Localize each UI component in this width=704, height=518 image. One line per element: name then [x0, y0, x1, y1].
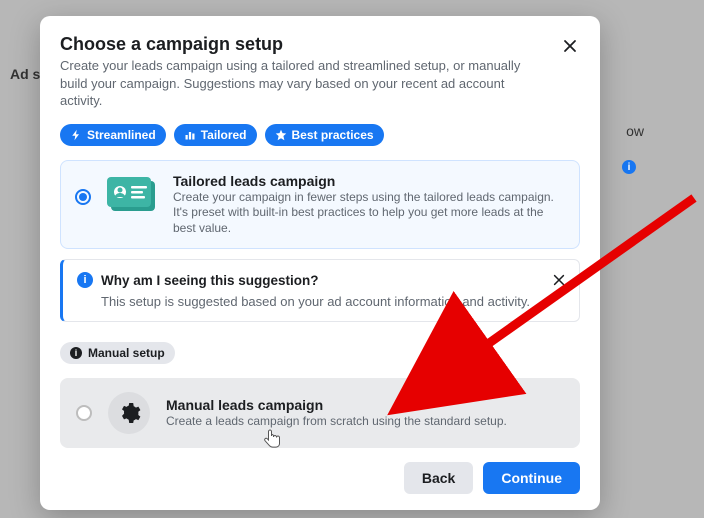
info-close-button[interactable]	[547, 268, 571, 292]
option-manual-card[interactable]: Manual leads campaign Create a leads cam…	[60, 378, 580, 448]
pill-streamlined-label: Streamlined	[87, 128, 156, 142]
pill-streamlined: Streamlined	[60, 124, 166, 146]
gear-icon	[117, 401, 141, 425]
id-card-icon	[105, 173, 159, 217]
pill-best-practices: Best practices	[265, 124, 384, 146]
background-left-label: Ad s	[10, 66, 40, 82]
option-tailored-desc: Create your campaign in fewer steps usin…	[173, 190, 565, 237]
tailored-illustration	[105, 173, 159, 217]
pill-best-practices-label: Best practices	[292, 128, 374, 142]
pill-tailored-label: Tailored	[201, 128, 247, 142]
close-icon	[562, 38, 578, 54]
modal-title: Choose a campaign setup	[60, 34, 580, 55]
modal-close-button[interactable]	[556, 32, 584, 60]
continue-button[interactable]: Continue	[483, 462, 580, 494]
tag-pills-row: Streamlined Tailored Best practices	[60, 124, 580, 146]
close-icon	[552, 273, 566, 287]
info-icon: i	[77, 272, 93, 288]
info-mini-icon: i	[70, 347, 82, 359]
modal-header: Choose a campaign setup Create your lead…	[60, 34, 580, 110]
modal-footer: Back Continue	[60, 462, 580, 494]
radio-manual[interactable]	[76, 405, 92, 421]
manual-setup-label: i Manual setup	[60, 342, 175, 364]
campaign-setup-modal: Choose a campaign setup Create your lead…	[40, 16, 600, 510]
modal-subtitle: Create your leads campaign using a tailo…	[60, 57, 580, 110]
option-tailored-title: Tailored leads campaign	[173, 173, 565, 189]
option-manual-desc: Create a leads campaign from scratch usi…	[166, 414, 564, 430]
manual-setup-label-text: Manual setup	[88, 346, 165, 360]
cursor-pointer-icon	[264, 428, 282, 450]
info-body: This setup is suggested based on your ad…	[77, 294, 565, 309]
option-manual-title: Manual leads campaign	[166, 397, 564, 413]
option-tailored-card[interactable]: Tailored leads campaign Create your camp…	[60, 160, 580, 250]
background-right-fragment: ow	[626, 123, 644, 139]
background-info-icon: i	[622, 160, 636, 174]
back-button[interactable]: Back	[404, 462, 473, 494]
info-title: Why am I seeing this suggestion?	[101, 273, 319, 288]
radio-tailored[interactable]	[75, 189, 91, 205]
pill-tailored: Tailored	[174, 124, 257, 146]
lightning-icon	[70, 129, 82, 141]
star-icon	[275, 129, 287, 141]
suggestion-info-card: i Why am I seeing this suggestion? This …	[60, 259, 580, 322]
gear-circle	[108, 392, 150, 434]
bar-chart-icon	[184, 129, 196, 141]
